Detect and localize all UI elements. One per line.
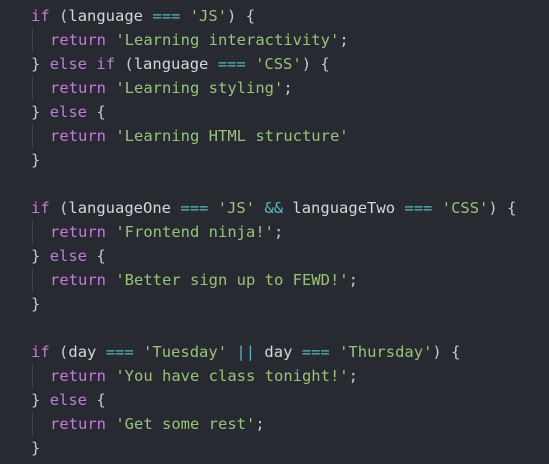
brace: } (31, 103, 41, 121)
brace: { (451, 343, 461, 361)
logical-operator: || (236, 343, 256, 361)
variable: languageTwo (292, 199, 396, 217)
paren: ) (432, 343, 442, 361)
string-literal: 'JS' (189, 7, 228, 25)
string-literal: 'CSS' (255, 55, 302, 73)
code-line-13: } (0, 292, 549, 316)
code-line-2: return 'Learning interactivity'; (0, 28, 549, 52)
semicolon: ; (339, 31, 349, 49)
string-literal: 'Thursday' (339, 343, 433, 361)
return-keyword: return (50, 415, 106, 433)
return-keyword: return (50, 79, 106, 97)
code-line-9: if (languageOne === 'JS' && languageTwo … (0, 196, 549, 220)
brace: } (31, 295, 41, 313)
if-keyword: if (31, 7, 50, 25)
return-keyword: return (50, 31, 106, 49)
variable: language (133, 55, 209, 73)
string-literal: 'Get some rest' (115, 415, 256, 433)
return-keyword: return (50, 271, 106, 289)
code-line-17: } else { (0, 388, 549, 412)
semicolon: ; (283, 79, 293, 97)
string-literal: 'Frontend ninja!' (115, 223, 274, 241)
variable: languageOne (68, 199, 172, 217)
variable: language (68, 7, 144, 25)
else-keyword: else (49, 247, 88, 265)
code-line-3: } else if (language === 'CSS') { (0, 52, 549, 76)
brace: { (507, 199, 517, 217)
code-line-15: if (day === 'Tuesday' || day === 'Thursd… (0, 340, 549, 364)
semicolon: ; (348, 271, 358, 289)
string-literal: 'Learning HTML structure' (115, 127, 349, 145)
code-line-18: return 'Get some rest'; (0, 412, 549, 436)
return-keyword: return (50, 127, 106, 145)
indent-guide (32, 268, 33, 292)
semicolon: ; (348, 367, 358, 385)
brace: } (31, 439, 41, 457)
string-literal: 'Learning styling' (115, 79, 284, 97)
return-keyword: return (50, 367, 106, 385)
code-line-12: return 'Better sign up to FEWD!'; (0, 268, 549, 292)
semicolon: ; (255, 415, 265, 433)
semicolon: ; (273, 223, 284, 241)
string-literal: 'JS' (217, 199, 256, 217)
indent-guide (32, 76, 33, 100)
code-editor[interactable]: if (language === 'JS') { return 'Learnin… (0, 0, 549, 464)
code-line-5: } else { (0, 100, 549, 124)
string-literal: 'CSS' (441, 199, 489, 217)
string-literal: 'You have class tonight!' (115, 367, 349, 385)
brace: { (245, 7, 256, 25)
paren: ) (301, 55, 312, 73)
brace: { (96, 391, 106, 409)
else-keyword: else (49, 391, 88, 409)
string-literal: 'Better sign up to FEWD!' (115, 271, 349, 289)
if-keyword: if (31, 343, 50, 361)
code-line-11: } else { (0, 244, 549, 268)
operator: === (301, 343, 330, 361)
return-keyword: return (50, 223, 106, 241)
string-literal: 'Tuesday' (143, 343, 228, 361)
indent-guide (32, 412, 33, 436)
if-keyword: if (96, 55, 116, 73)
logical-operator: && (264, 199, 284, 217)
string-literal: 'Learning interactivity' (115, 31, 340, 49)
indent-guide (32, 364, 33, 388)
operator: === (217, 55, 246, 73)
brace: } (31, 55, 41, 73)
code-line-7: } (0, 148, 549, 172)
variable: day (68, 343, 97, 361)
indent-guide (32, 28, 33, 52)
paren: ( (124, 55, 134, 73)
code-line-19: } (0, 436, 549, 460)
code-line-1: if (language === 'JS') { (0, 4, 549, 28)
if-keyword: if (31, 199, 50, 217)
brace: { (320, 55, 330, 73)
brace: } (31, 247, 41, 265)
brace: } (31, 151, 41, 169)
paren: ( (59, 7, 69, 25)
else-keyword: else (49, 103, 88, 121)
code-line-6: return 'Learning HTML structure' (0, 124, 549, 148)
indent-guide (32, 220, 33, 244)
operator: === (180, 199, 209, 217)
operator: === (404, 199, 433, 217)
code-line-16: return 'You have class tonight!'; (0, 364, 549, 388)
code-line-10: return 'Frontend ninja!'; (0, 220, 549, 244)
variable: day (264, 343, 293, 361)
paren: ) (227, 7, 237, 25)
brace: { (96, 247, 106, 265)
paren: ) (488, 199, 498, 217)
paren: ( (59, 199, 69, 217)
operator: === (105, 343, 134, 361)
operator: === (152, 7, 181, 25)
brace: { (96, 103, 106, 121)
brace: } (31, 391, 41, 409)
paren: ( (59, 343, 69, 361)
code-line-4: return 'Learning styling'; (0, 76, 549, 100)
else-keyword: else (49, 55, 88, 73)
indent-guide (32, 124, 33, 148)
